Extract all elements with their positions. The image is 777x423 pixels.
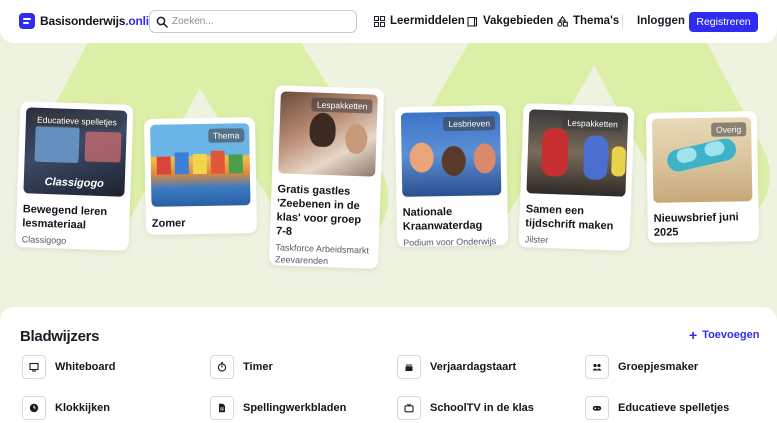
card-tag: Thema — [207, 128, 245, 143]
nav-divider — [622, 14, 623, 29]
search-icon — [156, 16, 168, 28]
search-box[interactable] — [149, 10, 357, 33]
card-image-logo: Classigogo — [44, 175, 105, 191]
grid-icon — [374, 15, 385, 27]
card-image: Overig — [651, 117, 753, 203]
content-card[interactable]: Lespakketten Gratis gastles 'Zeebenen in… — [268, 85, 385, 269]
cake-icon — [397, 355, 421, 379]
card-title: Gratis gastles 'Zeebenen in de klas' voo… — [275, 183, 362, 238]
card-title: Nieuwsbrief juni 2025 — [653, 211, 739, 239]
content-card[interactable]: Classigogo Educatieve spelletjes Bewegen… — [15, 101, 134, 251]
document-icon — [210, 396, 234, 420]
nav-leermiddelen[interactable]: Leermiddelen — [374, 15, 465, 27]
clock-icon — [22, 396, 46, 420]
bookmark-label: Educatieve spelletjes — [618, 402, 730, 414]
bookmark-groepjesmaker[interactable]: Groepjesmaker — [585, 355, 698, 379]
login-link[interactable]: Inloggen — [637, 15, 685, 27]
bookmark-label: Spellingwerkbladen — [243, 402, 347, 414]
bookmarks-title: Bladwijzers — [20, 328, 100, 345]
site-logo[interactable]: Basisonderwijs.online — [19, 13, 163, 29]
bookmark-klokkijken[interactable]: Klokkijken — [22, 396, 110, 420]
card-image: Lesbrieven — [400, 111, 502, 197]
card-subtitle: Classigogo — [21, 234, 67, 246]
bookmark-schooltv[interactable]: SchoolTV in de klas — [397, 396, 534, 420]
card-subtitle: Taskforce Arbeidsmarkt Zeevarenden — [274, 242, 370, 267]
bookmark-label: Groepjesmaker — [618, 361, 699, 373]
logo-brand: Basisonderwijs — [40, 14, 126, 28]
search-input[interactable] — [172, 16, 342, 27]
shapes-icon — [557, 15, 568, 27]
timer-icon — [210, 355, 234, 379]
content-card[interactable]: Thema Zomer — [143, 117, 258, 235]
bookmark-whiteboard[interactable]: Whiteboard — [22, 355, 116, 379]
card-title: Bewegend leren lesmateriaal — [22, 203, 108, 232]
bookmark-label: Verjaardagstaart — [430, 361, 517, 373]
nav-label: Leermiddelen — [390, 15, 465, 27]
plus-icon: + — [689, 327, 698, 343]
content-card[interactable]: Lespakketten Samen een tijdschrift maken… — [518, 103, 635, 251]
card-image: Lespakketten — [278, 91, 378, 177]
bookmark-educatieve-spelletjes[interactable]: Educatieve spelletjes — [585, 396, 729, 420]
gamepad-icon — [585, 396, 609, 420]
bookmark-label: Whiteboard — [55, 361, 116, 373]
book-icon — [467, 16, 478, 27]
card-title: Samen een tijdschrift maken — [525, 203, 614, 233]
hero-section: Classigogo Educatieve spelletjes Bewegen… — [0, 0, 777, 307]
card-subtitle: Podium voor Onderwijs — [403, 236, 497, 248]
card-subtitle: Jilster — [524, 234, 549, 246]
bookmark-label: SchoolTV in de klas — [430, 402, 534, 414]
card-image: Lespakketten — [526, 109, 629, 197]
tv-icon — [397, 396, 421, 420]
nav-label: Vakgebieden — [483, 15, 554, 27]
card-image: Classigogo Educatieve spelletjes — [23, 107, 128, 197]
card-title: Nationale Kraanwaterdag — [402, 205, 483, 233]
nav-label: Thema's — [573, 15, 620, 27]
card-tag: Lespakketten — [562, 115, 624, 132]
site-header: Basisonderwijs.online Leermiddelen Vakge… — [0, 0, 777, 43]
card-tag: Lespakketten — [311, 97, 373, 114]
group-icon — [585, 355, 609, 379]
card-tag: Overig — [711, 122, 747, 137]
bookmark-spellingwerkbladen[interactable]: Spellingwerkbladen — [210, 396, 346, 420]
content-card[interactable]: Overig Nieuwsbrief juni 2025 — [645, 111, 760, 243]
bookmarks-section: Bladwijzers + Toevoegen Whiteboard Timer … — [0, 307, 777, 423]
card-tag: Lesbrieven — [443, 116, 496, 132]
card-image: Thema — [150, 123, 251, 207]
add-bookmark-label: Toevoegen — [702, 329, 760, 341]
content-card[interactable]: Lesbrieven Nationale Kraanwaterdag Podiu… — [394, 105, 509, 248]
add-bookmark-button[interactable]: + Toevoegen — [689, 327, 760, 343]
nav-vakgebieden[interactable]: Vakgebieden — [467, 15, 553, 27]
logo-icon — [19, 13, 35, 29]
bookmark-label: Klokkijken — [55, 402, 111, 414]
register-button[interactable]: Registreren — [689, 12, 758, 32]
whiteboard-icon — [22, 355, 46, 379]
card-title: Zomer — [151, 217, 186, 230]
bookmark-verjaardagstaart[interactable]: Verjaardagstaart — [397, 355, 516, 379]
nav-themas[interactable]: Thema's — [557, 15, 619, 27]
bookmark-timer[interactable]: Timer — [210, 355, 273, 379]
bookmark-label: Timer — [243, 361, 273, 373]
